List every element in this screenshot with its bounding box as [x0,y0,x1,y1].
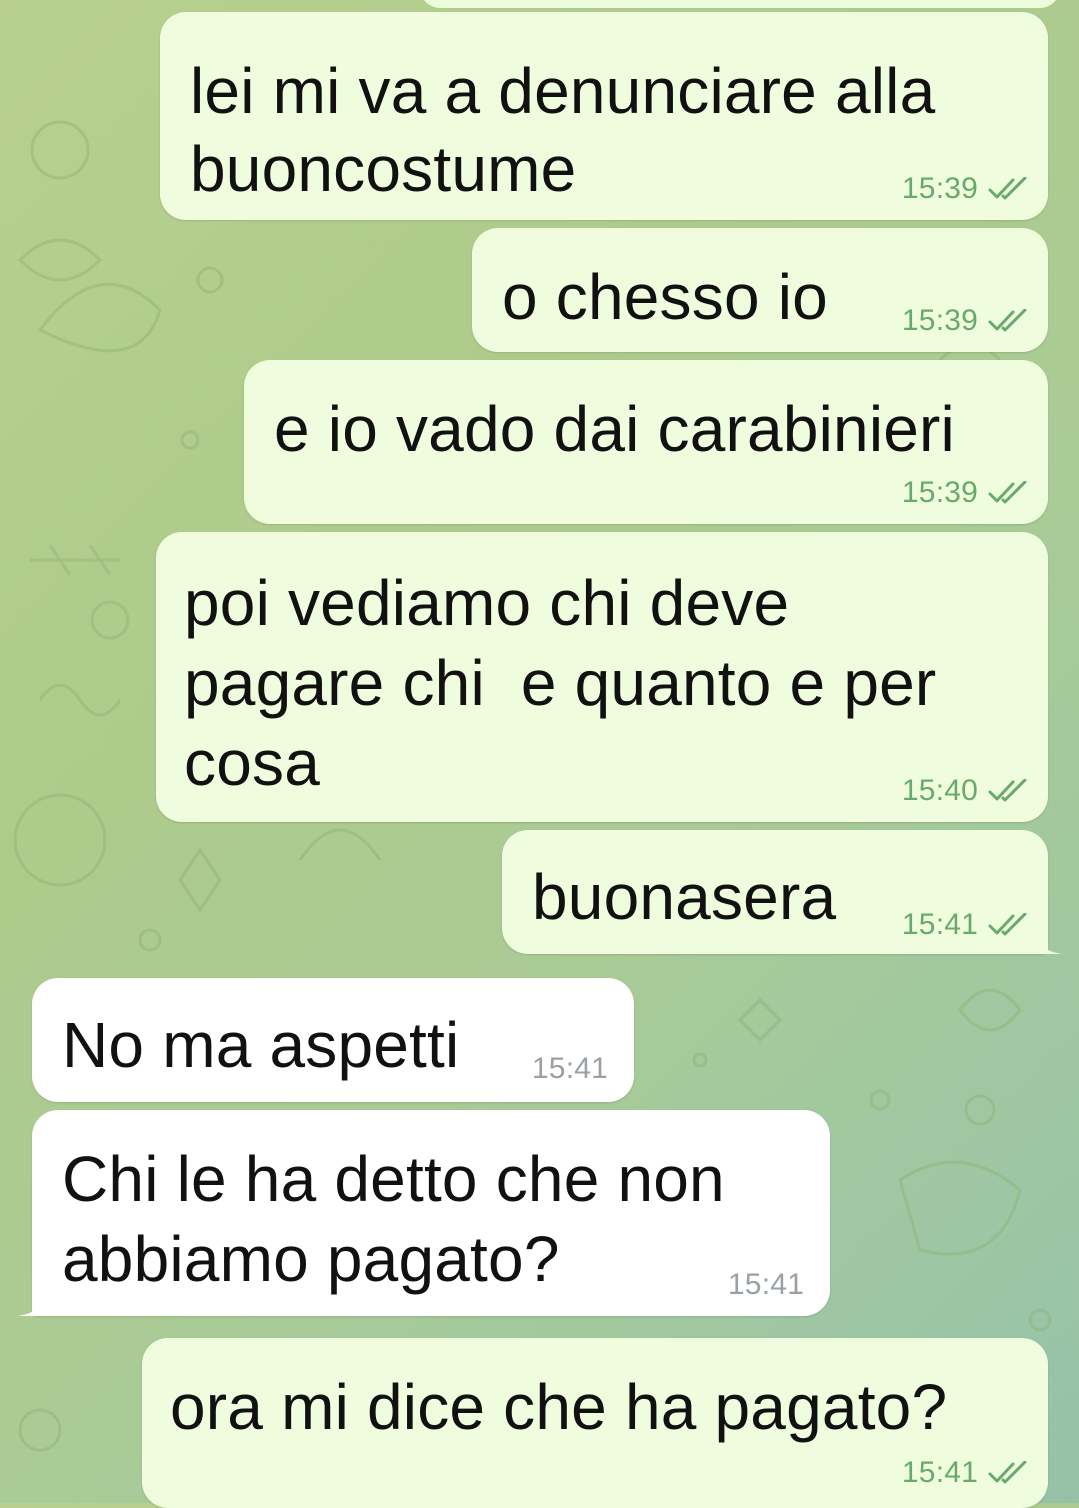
previous-message-edge [420,0,1060,8]
message-meta: 15:40 [902,774,1030,808]
message-bubble-outgoing[interactable]: poi vediamo chi deve pagare chi e quanto… [156,532,1048,822]
message-text-line: pagare chi e quanto e per [184,647,937,719]
message-text-line: buoncostume [190,133,577,205]
bubble-tail [1032,924,1062,954]
double-check-icon [988,481,1030,505]
message-bubble-outgoing[interactable]: o chesso io 15:39 [472,228,1048,352]
message-meta: 15:41 [902,1456,1030,1490]
message-meta: 15:39 [902,476,1030,510]
message-meta: 15:41 [728,1268,804,1302]
message-text-line: ora mi dice che ha pagato? [170,1371,948,1443]
message-text-line: No ma aspetti [62,1009,460,1081]
message-time: 15:40 [901,774,978,807]
double-check-icon [988,913,1030,937]
message-time: 15:41 [901,1456,978,1489]
message-meta: 15:41 [902,908,1030,942]
message-bubble-outgoing[interactable]: lei mi va a denunciare alla buoncostume … [160,12,1048,220]
message-time: 15:39 [901,172,978,205]
message-text-line: abbiamo pagato? [62,1223,560,1295]
message-bubble-outgoing[interactable]: buonasera 15:41 [502,830,1062,954]
message-bubble-incoming[interactable]: Chi le ha detto che non abbiamo pagato? … [18,1110,830,1316]
double-check-icon [988,309,1030,333]
message-meta: 15:41 [532,1052,608,1086]
double-check-icon [988,779,1030,803]
message-meta: 15:39 [902,172,1030,206]
message-text-line: cosa [184,727,320,799]
message-time: 15:39 [901,304,978,337]
message-time: 15:41 [727,1268,804,1301]
message-bubble-incoming[interactable]: No ma aspetti 15:41 [32,978,634,1102]
message-meta: 15:39 [902,304,1030,338]
double-check-icon [988,177,1030,201]
message-time: 15:41 [531,1052,608,1085]
message-time: 15:39 [901,476,978,509]
message-text-line: e io vado dai carabinieri [274,393,955,465]
bubble-tail [18,1286,48,1316]
message-text-line: o chesso io [502,261,828,333]
message-bubble-outgoing[interactable]: ora mi dice che ha pagato? 15:41 [142,1338,1048,1508]
message-bubble-outgoing[interactable]: e io vado dai carabinieri 15:39 [244,360,1048,524]
message-text-line: poi vediamo chi deve [184,567,790,639]
double-check-icon [988,1461,1030,1485]
message-text-line: Chi le ha detto che non [62,1143,725,1215]
message-time: 15:41 [901,908,978,941]
message-text-line: buonasera [532,861,837,933]
message-text-line: lei mi va a denunciare alla [190,55,936,127]
